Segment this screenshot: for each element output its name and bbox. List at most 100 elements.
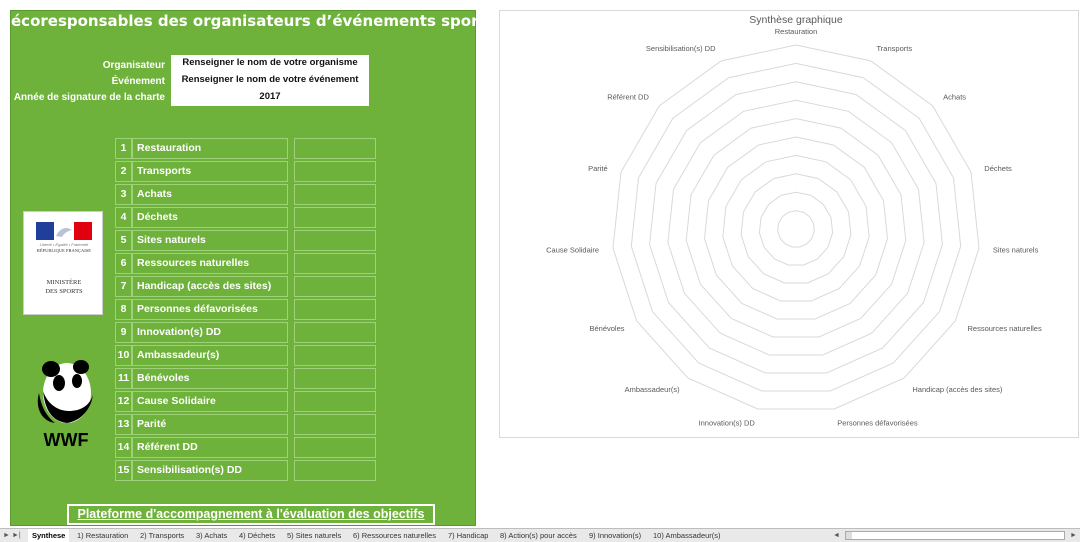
flag-red-band [74, 222, 92, 240]
objective-num: 4 [115, 207, 132, 228]
sheet-tab[interactable]: 2) Transports [136, 529, 188, 542]
objective-row: 3 Achats [115, 184, 377, 205]
objective-row: 11 Bénévoles [115, 368, 377, 389]
sheet-tab[interactable]: 10) Ambassadeur(s) [649, 529, 725, 542]
objective-score[interactable] [294, 138, 376, 159]
objective-num: 12 [115, 391, 132, 412]
annee-field[interactable]: 2017 [171, 89, 369, 105]
objective-row: 12 Cause Solidaire [115, 391, 377, 412]
objective-num: 6 [115, 253, 132, 274]
objective-row: 13 Parité [115, 414, 377, 435]
radar-ring [703, 136, 889, 320]
objective-row: 4 Déchets [115, 207, 377, 228]
sheet-tab[interactable]: 1) Restauration [73, 529, 132, 542]
objective-score[interactable] [294, 184, 376, 205]
radar-ring [612, 44, 980, 410]
radar-axis-labels: Restauration Transports Achats Déchets Sites… [546, 27, 1042, 428]
radar-axis-label: Handicap (accès des sites) [912, 385, 1003, 394]
radar-ring [740, 173, 852, 284]
objective-score[interactable] [294, 368, 376, 389]
panda-eye-right [72, 374, 82, 388]
objective-score[interactable] [294, 299, 376, 320]
objective-score[interactable] [294, 161, 376, 182]
objective-score[interactable] [294, 391, 376, 412]
tab-nav-last-icon[interactable]: ►| [12, 529, 21, 542]
radar-chart: Synthèse graphique Restauration Transport… [499, 10, 1079, 438]
evenement-label: Événement [111, 76, 165, 87]
organisateur-label: Organisateur [102, 60, 165, 71]
objective-num: 13 [115, 414, 132, 435]
objective-row: 7 Handicap (accès des sites) [115, 276, 377, 297]
sheet-tab[interactable]: 3) Achats [192, 529, 231, 542]
panda-eye-left [53, 375, 65, 391]
objective-score[interactable] [294, 437, 376, 458]
panda-ear-right [73, 360, 89, 374]
rf-motto: Liberté • Égalité • Fraternité [39, 242, 89, 247]
radar-axis-label: Restauration [775, 27, 818, 36]
objective-score[interactable] [294, 276, 376, 297]
objective-name: Bénévoles [132, 368, 288, 389]
evenement-field[interactable]: Renseigner le nom de votre événement [171, 72, 369, 88]
objective-name: Personnes défavorisées [132, 299, 288, 320]
radar-axis-label: Ambassadeur(s) [625, 385, 681, 394]
objective-score[interactable] [294, 345, 376, 366]
radar-axis-label: Parité [588, 164, 608, 173]
objective-score[interactable] [294, 207, 376, 228]
french-flag-icon [36, 222, 92, 240]
sheet-tab[interactable]: Synthese [28, 529, 70, 542]
objective-num: 15 [115, 460, 132, 481]
ministere-text: MINISTÈRE DES SPORTS [45, 279, 83, 295]
scrollbar-thumb[interactable] [846, 532, 852, 539]
organisateur-field[interactable]: Renseigner le nom de votre organisme [171, 55, 369, 71]
objective-row: 10 Ambassadeur(s) [115, 345, 377, 366]
platform-button[interactable]: Plateforme d'accompagnement à l'évaluati… [67, 504, 435, 525]
objective-name: Sensibilisation(s) DD [132, 460, 288, 481]
radar-axis-label: Achats [943, 93, 966, 102]
objective-num: 5 [115, 230, 132, 251]
objective-score[interactable] [294, 230, 376, 251]
objective-num: 9 [115, 322, 132, 343]
objective-num: 14 [115, 437, 132, 458]
sheet-tab[interactable]: 5) Sites naturels [283, 529, 345, 542]
objective-score[interactable] [294, 322, 376, 343]
objective-score[interactable] [294, 414, 376, 435]
objective-row: 8 Personnes défavorisées [115, 299, 377, 320]
objective-row: 2 Transports [115, 161, 377, 182]
objective-score[interactable] [294, 460, 376, 481]
chart-title: Synthèse graphique [749, 14, 843, 26]
info-box: Renseigner le nom de votre organisme Ren… [171, 55, 369, 106]
objective-num: 3 [115, 184, 132, 205]
radar-axis-label: Déchets [984, 164, 1012, 173]
ministere-logo: Liberté • Égalité • Fraternité RÉPUBLIQU… [23, 211, 103, 315]
scroll-left-icon[interactable]: ◄ [833, 529, 840, 542]
objective-name: Achats [132, 184, 288, 205]
annee-label: Année de signature de la charte [13, 92, 165, 103]
objective-name: Référent DD [132, 437, 288, 458]
objective-row: 9 Innovation(s) DD [115, 322, 377, 343]
radar-axis-label: Innovation(s) DD [699, 419, 756, 428]
radar-chart-svg: Synthèse graphique Restauration Transport… [546, 14, 1042, 428]
sheet-tab[interactable]: 7) Handicap [444, 529, 492, 542]
radar-ring [667, 99, 925, 356]
objective-score[interactable] [294, 253, 376, 274]
tab-nav-prev-icon[interactable]: ► [3, 529, 10, 542]
sheet-tab-bar: ► ►| Synthese 1) Restauration 2) Transport… [0, 528, 1080, 542]
radar-ring [758, 191, 834, 266]
objective-name: Handicap (accès des sites) [132, 276, 288, 297]
republique-francaise-text: RÉPUBLIQUE FRANÇAISE [36, 248, 92, 253]
objective-name: Ambassadeur(s) [132, 345, 288, 366]
sheet-tab[interactable]: 6) Ressources naturelles [349, 529, 440, 542]
sheet-tab[interactable]: 8) Action(s) pour accès [496, 529, 581, 542]
page-title: écoresponsables des organisateurs d’évén… [11, 12, 477, 30]
summary-panel: écoresponsables des organisateurs d’évén… [10, 10, 477, 526]
scroll-right-icon[interactable]: ► [1070, 529, 1077, 542]
radar-axis-label: Cause Solidaire [546, 246, 599, 255]
objective-row: 15 Sensibilisation(s) DD [115, 460, 377, 481]
radar-axis-label: Transports [877, 44, 913, 53]
sheet-tab[interactable]: 4) Déchets [235, 529, 279, 542]
objective-num: 1 [115, 138, 132, 159]
radar-grid [612, 44, 980, 410]
radar-axis-label: Ressources naturelles [968, 324, 1042, 333]
sheet-tab[interactable]: 9) Innovation(s) [585, 529, 645, 542]
horizontal-scrollbar[interactable] [845, 531, 1065, 540]
